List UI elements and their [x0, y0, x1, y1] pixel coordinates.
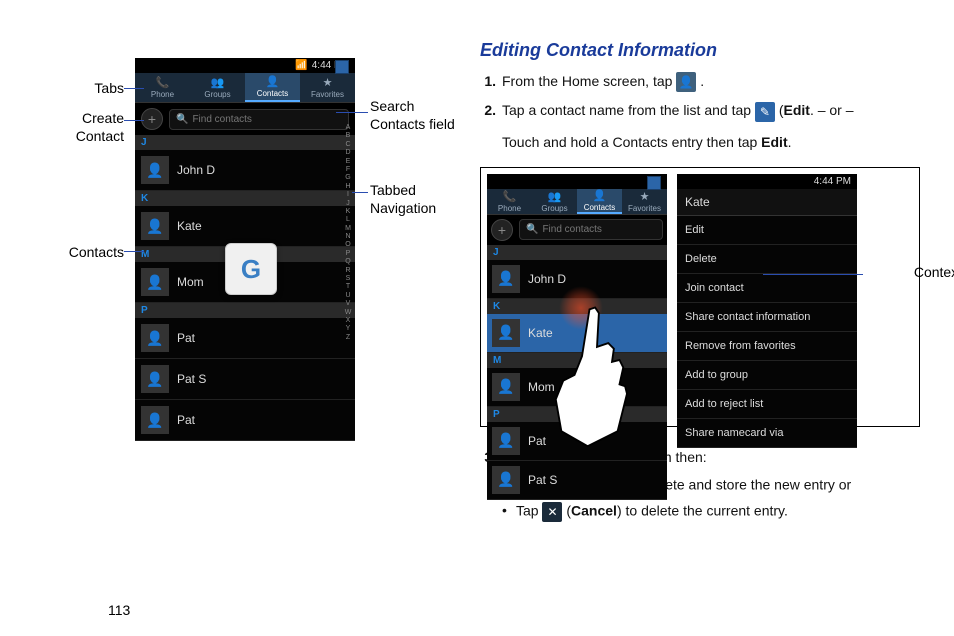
annotation-search-field: Search Contacts field [370, 98, 460, 133]
avatar: 👤 [141, 365, 169, 393]
list-item[interactable]: 👤 Pat [135, 400, 355, 441]
contact-name: John D [177, 163, 215, 177]
pointing-hand-icon [542, 300, 637, 450]
annotation-tabbed-nav: Tabbed Navigation [370, 182, 460, 217]
tab-favorites-label: Favorites [311, 90, 344, 99]
signal-icon: 📶 [295, 60, 307, 71]
section-header: J [487, 245, 667, 260]
create-contact-button[interactable]: + [491, 219, 513, 241]
edit-icon: ✎ [755, 102, 775, 122]
annotation-context-menu: Context Menu [914, 264, 954, 281]
contacts-icon: 👤 [266, 75, 280, 88]
phone-screenshot-left: 📶 4:44 PM 📞Phone 👥Groups 👤Contacts ★Favo… [135, 58, 355, 441]
avatar: 👤 [141, 268, 169, 296]
section-heading: Editing Contact Information [480, 40, 920, 61]
annotation-contacts: Contacts [56, 244, 124, 262]
avatar: 👤 [141, 406, 169, 434]
list-item[interactable]: 👤 John D [135, 150, 355, 191]
search-placeholder: Find contacts [192, 114, 251, 125]
avatar: 👤 [141, 156, 169, 184]
tab-groups[interactable]: 👥Groups [190, 73, 245, 102]
step-2: Tap a contact name from the list and tap… [502, 100, 920, 152]
menu-item-reject[interactable]: Add to reject list [677, 390, 857, 419]
phone-screenshot-tap: 4:44 PM 📞Phone 👥Groups 👤Contacts ★Favori… [487, 174, 667, 414]
menu-item-add-group[interactable]: Add to group [677, 361, 857, 390]
list-item[interactable]: 👤 Pat S [135, 359, 355, 400]
tab-groups[interactable]: 👥Groups [532, 189, 577, 214]
tab-contacts-label: Contacts [257, 89, 289, 98]
link-icon [335, 60, 349, 74]
index-popup: G [225, 243, 277, 295]
section-header-k: K [135, 191, 355, 206]
section-header-j: J [135, 135, 355, 150]
create-contact-button[interactable]: + [141, 108, 163, 130]
contact-name: Mom [177, 275, 204, 289]
tab-contacts[interactable]: 👤Contacts [245, 73, 300, 102]
bullet-cancel: • Tap ✕ (Cancel) to delete the current e… [502, 502, 920, 522]
step-1: From the Home screen, tap 👤 . [502, 71, 920, 92]
tab-contacts[interactable]: 👤Contacts [577, 189, 622, 214]
section-header-p: P [135, 303, 355, 318]
tab-phone[interactable]: 📞Phone [487, 189, 532, 214]
menu-item-share-info[interactable]: Share contact information [677, 303, 857, 332]
tab-favorites[interactable]: ★Favorites [622, 189, 667, 214]
tab-groups-label: Groups [204, 90, 230, 99]
tabs-row: 📞Phone 👥Groups 👤Contacts ★Favorites [135, 73, 355, 103]
menu-item-share-namecard[interactable]: Share namecard via [677, 419, 857, 448]
menu-item-delete[interactable]: Delete [677, 245, 857, 274]
step-number: 2. [480, 100, 502, 152]
list-item[interactable]: 👤 Pat [135, 318, 355, 359]
page-number: 113 [108, 602, 130, 618]
star-icon: ★ [323, 76, 333, 89]
phone-icon: 📞 [156, 76, 170, 89]
search-input[interactable]: 🔍Find contacts [519, 219, 663, 240]
menu-item-join[interactable]: Join contact [677, 274, 857, 303]
search-icon: 🔍 [176, 114, 188, 125]
combined-screenshot: 4:44 PM 📞Phone 👥Groups 👤Contacts ★Favori… [480, 167, 920, 427]
contacts-app-icon: 👤 [676, 72, 696, 92]
close-icon: ✕ [542, 502, 562, 522]
tab-favorites[interactable]: ★Favorites [300, 73, 355, 102]
step-number: 1. [480, 71, 502, 92]
annotation-tabs: Tabs [76, 80, 124, 98]
context-menu-title: Kate [677, 189, 857, 216]
alpha-index[interactable]: ABCDEFGHIJKLMNOPQRSTUVWXYZ [343, 124, 353, 441]
list-item[interactable]: 👤Pat S [487, 461, 667, 500]
list-item[interactable]: 👤 Kate [135, 206, 355, 247]
annotation-create-contact: Create Contact [56, 110, 124, 145]
contact-name: Pat [177, 331, 195, 345]
contact-name: Pat [177, 413, 195, 427]
groups-icon: 👥 [211, 76, 225, 89]
contact-name: Kate [177, 219, 202, 233]
avatar: 👤 [141, 324, 169, 352]
menu-item-remove-fav[interactable]: Remove from favorites [677, 332, 857, 361]
menu-item-edit[interactable]: Edit [677, 216, 857, 245]
context-menu-screenshot: 4:44 PM Kate Edit Delete Join contact Sh… [677, 174, 857, 414]
search-input[interactable]: 🔍 Find contacts [169, 109, 349, 130]
tab-phone-label: Phone [151, 90, 174, 99]
avatar: 👤 [141, 212, 169, 240]
contact-name: Pat S [177, 372, 206, 386]
